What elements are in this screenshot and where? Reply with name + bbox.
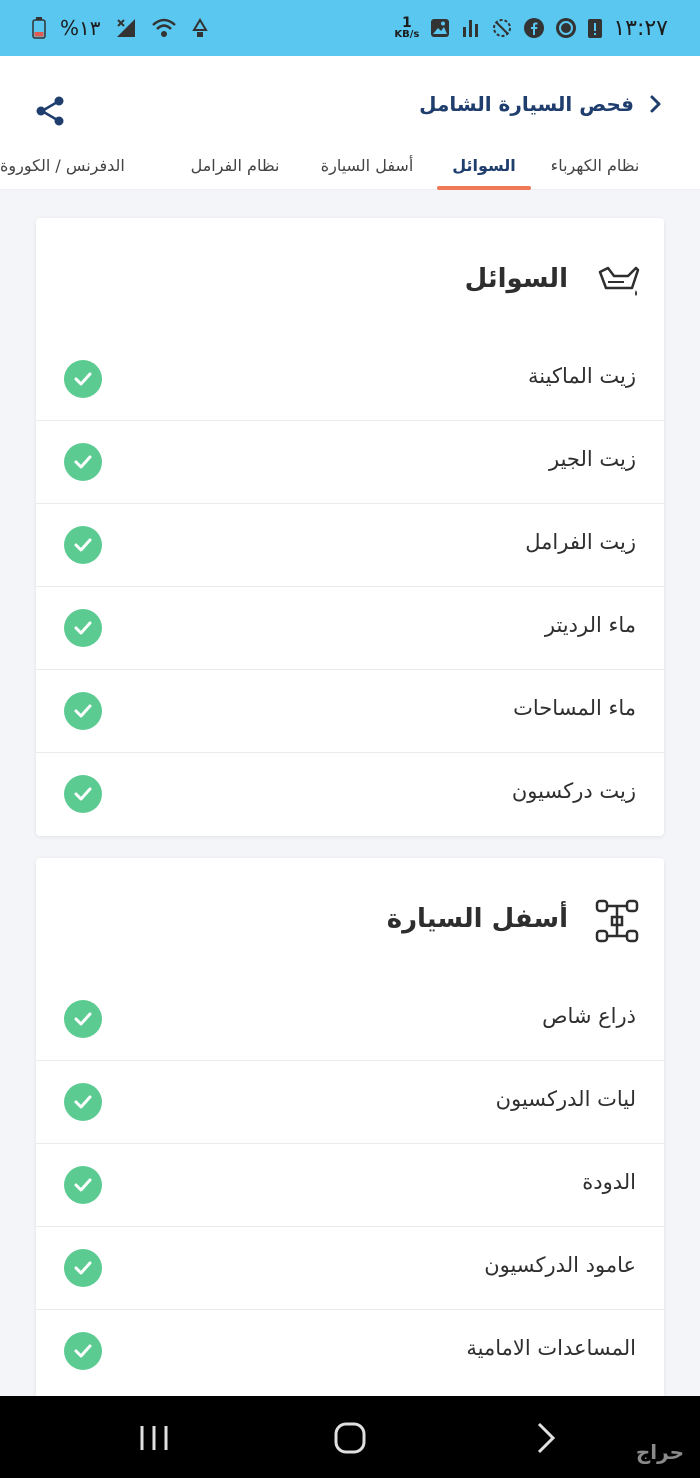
tab-bar: نظام الكهرباء السوائل أسفل السيارة نظام …	[0, 152, 700, 190]
check-icon	[64, 1083, 102, 1121]
recent-apps-button[interactable]	[134, 1418, 174, 1458]
watermark: حراج	[635, 1440, 684, 1464]
list-item: المساعدات الامامية	[36, 1310, 664, 1393]
active-tab-indicator	[437, 186, 531, 190]
wifi-icon	[151, 17, 177, 39]
alert-icon	[587, 17, 603, 39]
status-time: ١٣:٢٧	[613, 15, 668, 41]
gallery-icon	[429, 17, 451, 39]
check-icon	[64, 526, 102, 564]
system-nav-bar: حراج	[0, 1396, 700, 1478]
tab-electrical[interactable]: نظام الكهرباء	[530, 156, 660, 190]
section-card-under-car: أسفل السيارة ذراع شاص ليات الدركسيون الد…	[36, 858, 664, 1418]
share-button[interactable]	[34, 94, 68, 128]
chevron-right-icon[interactable]	[648, 94, 664, 114]
status-bar: %١٣ 1 KB/s ١٣:٢٧	[0, 0, 700, 56]
list-item: ماء الرديتر	[36, 587, 664, 670]
item-label: زيت الجير	[549, 447, 636, 471]
item-label: ليات الدركسيون	[495, 1087, 636, 1111]
section-card-fluids: السوائل زيت الماكينة زيت الجير زيت الفرا…	[36, 218, 664, 836]
check-icon	[64, 775, 102, 813]
item-label: الدودة	[582, 1170, 636, 1194]
item-label: زيت الماكينة	[528, 364, 636, 388]
list-item: ماء المساحات	[36, 670, 664, 753]
battery-percent: %١٣	[60, 16, 101, 40]
check-icon	[64, 609, 102, 647]
battery-icon	[32, 17, 46, 39]
check-icon	[64, 1249, 102, 1287]
tab-brakes[interactable]: نظام الفرامل	[180, 156, 290, 190]
section-title: السوائل	[464, 264, 568, 294]
dnd-icon	[491, 17, 513, 39]
back-button[interactable]	[526, 1418, 566, 1458]
home-icon	[334, 1422, 366, 1454]
chassis-icon	[594, 898, 640, 944]
list-item: الدودة	[36, 1144, 664, 1227]
title-row: فحص السيارة الشامل	[419, 92, 664, 116]
status-right: 1 KB/s ١٣:٢٧	[394, 16, 668, 41]
whatsapp-icon	[555, 17, 577, 39]
list-item: ذراع شاص	[36, 978, 664, 1061]
check-icon	[64, 1332, 102, 1370]
item-label: ماء المساحات	[513, 696, 636, 720]
list-item: زيت الماكينة	[36, 338, 664, 421]
section-header: السوائل	[36, 218, 664, 338]
home-button[interactable]	[330, 1418, 370, 1458]
list-item: عامود الدركسيون	[36, 1227, 664, 1310]
list-item: ليات الدركسيون	[36, 1061, 664, 1144]
check-icon	[64, 1000, 102, 1038]
oil-can-icon	[594, 258, 640, 304]
recent-apps-icon	[140, 1426, 168, 1450]
item-label: زيت الفرامل	[525, 530, 636, 554]
item-label: زيت دركسيون	[511, 779, 636, 803]
list-item: زيت الجير	[36, 421, 664, 504]
section-title: أسفل السيارة	[386, 904, 568, 934]
chevron-right-icon	[537, 1422, 556, 1454]
list-item: زيت دركسيون	[36, 753, 664, 836]
item-label: ماء الرديتر	[544, 613, 636, 637]
item-label: ذراع شاص	[542, 1004, 636, 1028]
share-icon	[36, 96, 64, 126]
net-speed: 1 KB/s	[394, 15, 420, 40]
tab-differential[interactable]: الدفرنس / الكوروة	[0, 156, 150, 190]
item-label: عامود الدركسيون	[484, 1253, 636, 1277]
item-label: المساعدات الامامية	[466, 1336, 636, 1360]
check-icon	[64, 692, 102, 730]
page-title: فحص السيارة الشامل	[419, 92, 634, 116]
section-header: أسفل السيارة	[36, 858, 664, 978]
tab-under-car[interactable]: أسفل السيارة	[308, 156, 426, 190]
bars-chart-icon	[461, 17, 481, 39]
app-header: فحص السيارة الشامل نظام الكهرباء السوائل…	[0, 56, 700, 190]
list-item: زيت الفرامل	[36, 504, 664, 587]
facebook-icon	[523, 17, 545, 39]
recycle-icon	[191, 18, 209, 38]
check-icon	[64, 443, 102, 481]
tab-fluids[interactable]: السوائل	[437, 156, 531, 190]
check-icon	[64, 1166, 102, 1204]
check-icon	[64, 360, 102, 398]
no-signal-icon	[115, 17, 137, 39]
status-left: %١٣	[32, 16, 209, 40]
